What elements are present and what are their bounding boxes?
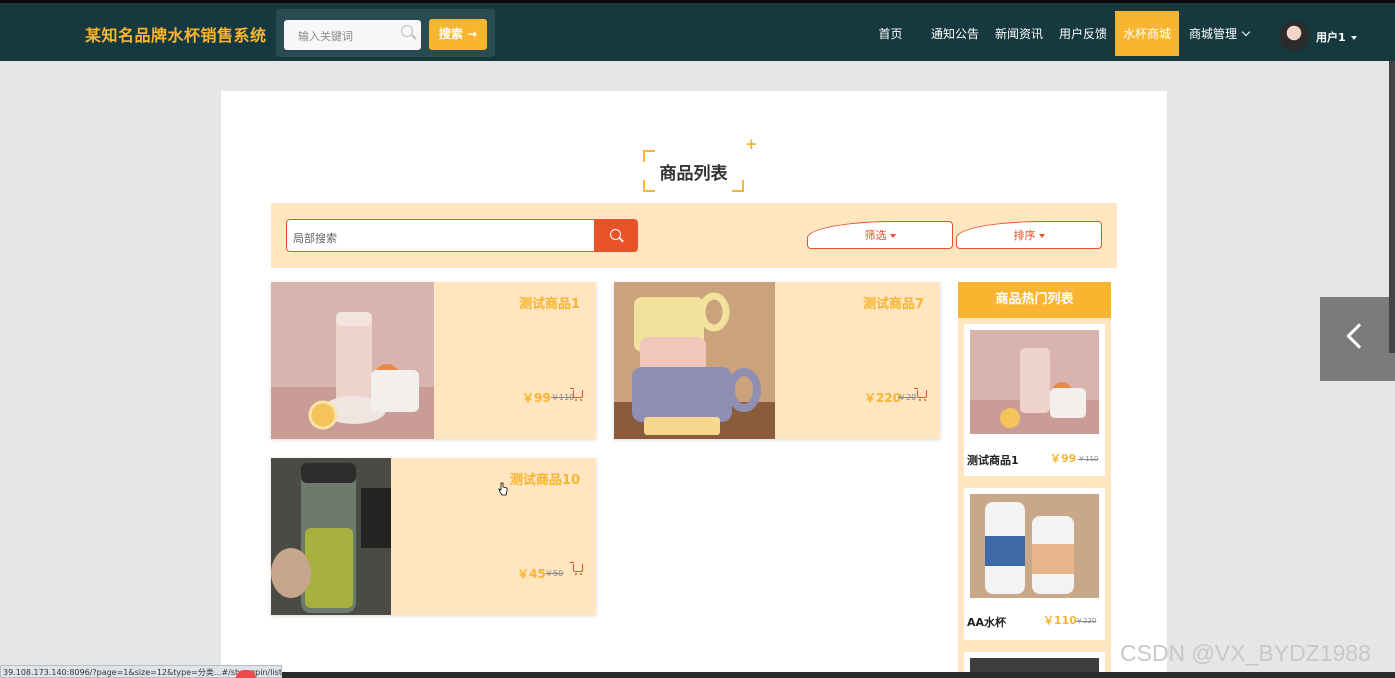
local-search-button[interactable] [594, 219, 638, 252]
avatar[interactable] [1279, 21, 1309, 51]
page-title-frame: 商品列表 [643, 150, 744, 192]
top-navbar: 某知名品牌水杯销售系统 输入关键词 搜索 → 首页 通知公告 新闻资讯 用户反馈… [0, 0, 1395, 61]
nav-cup-mall[interactable]: 水杯商城 [1115, 11, 1179, 56]
search-icon [401, 25, 413, 37]
product-name[interactable]: 测试商品7 [863, 293, 924, 312]
global-search: 输入关键词 搜索 → [276, 9, 495, 57]
product-card[interactable]: 测试商品1 ￥99 ￥110 [271, 282, 596, 439]
hot-product-price: ￥99 [1050, 452, 1077, 465]
caret-down-icon [1038, 234, 1045, 238]
nav-notices[interactable]: 通知公告 [925, 11, 985, 56]
product-price: ￥220 [864, 391, 902, 405]
product-old-price: ￥110 [551, 393, 575, 402]
cart-icon[interactable] [914, 388, 927, 401]
hot-product-item[interactable]: AA水杯 ￥110 ￥220 [964, 488, 1105, 640]
hot-products-panel: 商品热门列表 测试商品1 ￥99 ￥110 AA水杯 ￥110 ￥220 [958, 282, 1111, 678]
chevron-left-icon [1346, 323, 1372, 349]
nav-feedback[interactable]: 用户反馈 [1054, 11, 1112, 56]
product-image-enjoy-mugs[interactable] [614, 282, 775, 439]
nav-mall-admin-label: 商城管理 [1188, 27, 1237, 41]
product-price: ￥99 [522, 391, 551, 405]
chevron-down-icon [1241, 27, 1251, 36]
hot-product-price: ￥110 [1043, 614, 1077, 627]
product-card[interactable]: 测试商品7 ￥220 ￥20 [614, 282, 940, 439]
product-name[interactable]: 测试商品10 [510, 469, 580, 488]
nav-news[interactable]: 新闻资讯 [990, 11, 1048, 56]
hot-products-title: 商品热门列表 [958, 282, 1111, 318]
global-search-input[interactable]: 输入关键词 [284, 20, 421, 50]
watermark: CSDN @VX_BYDZ1988 [1120, 640, 1371, 666]
product-old-price: ￥20 [898, 393, 917, 402]
taskbar-strip [282, 672, 1395, 678]
product-name[interactable]: 测试商品1 [519, 293, 580, 312]
user-menu[interactable]: 用户1 [1316, 29, 1346, 45]
hot-product-item[interactable]: 测试商品1 ￥99 ￥110 [964, 324, 1105, 476]
page-title: 商品列表 [659, 164, 728, 184]
scrollbar[interactable] [1389, 61, 1395, 353]
filter-label: 筛选 [864, 229, 887, 242]
product-image-glass-bottle[interactable] [271, 458, 391, 615]
product-price: ￥45 [517, 567, 546, 581]
caret-down-icon [1351, 36, 1357, 40]
nav-home[interactable]: 首页 [868, 11, 913, 56]
cart-icon[interactable] [570, 562, 583, 575]
product-card[interactable]: 测试商品10 ￥45 ￥50 [271, 458, 596, 615]
sort-label: 排序 [1013, 229, 1036, 242]
nav-mall-admin[interactable]: 商城管理 [1184, 11, 1254, 56]
hot-product-image-aa-cup[interactable] [970, 494, 1099, 598]
hot-product-name[interactable]: 测试商品1 [967, 452, 1019, 468]
cart-icon[interactable] [570, 388, 583, 401]
local-search-input[interactable]: 局部搜索 [286, 219, 595, 252]
product-old-price: ￥50 [545, 569, 564, 578]
collapse-sidebar-button[interactable] [1320, 297, 1395, 381]
global-search-button[interactable]: 搜索 → [429, 19, 487, 50]
hot-product-name[interactable]: AA水杯 [967, 614, 1006, 630]
hand-cursor-icon [498, 482, 508, 496]
plus-decoration-icon: + [745, 135, 758, 153]
caret-down-icon [889, 234, 896, 238]
hot-product-image-pink-bottle[interactable] [970, 330, 1099, 434]
search-icon [610, 229, 621, 240]
record-indicator [236, 670, 256, 678]
hot-product-old-price: ￥110 [1078, 455, 1099, 463]
brand-title[interactable]: 某知名品牌水杯销售系统 [85, 22, 267, 46]
hot-product-old-price: ￥220 [1076, 617, 1097, 625]
product-image-pink-bottle[interactable] [271, 282, 434, 439]
